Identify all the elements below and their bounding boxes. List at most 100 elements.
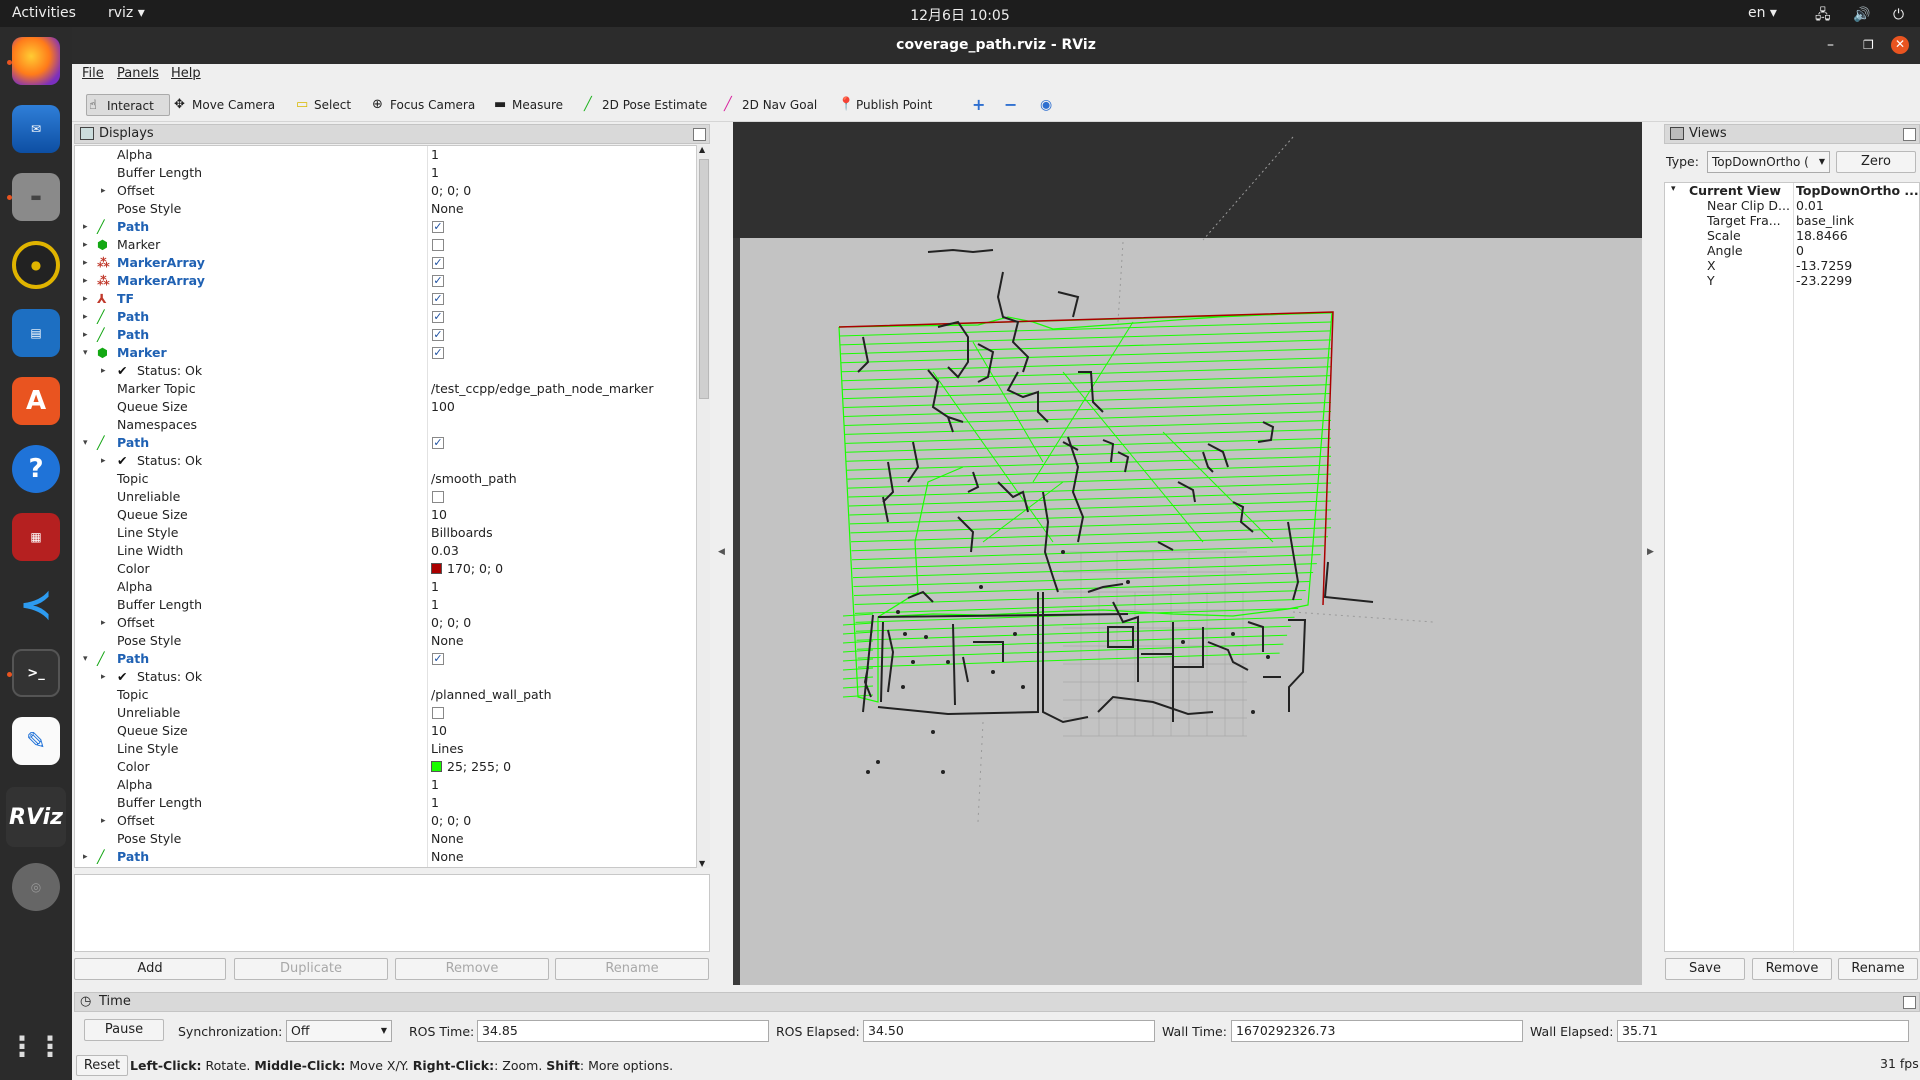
float-panel-checkbox[interactable] [693, 128, 706, 141]
property-value[interactable]: 1 [431, 794, 439, 812]
display-row[interactable]: Color 170; 0; 0 [75, 560, 695, 578]
thunderbird-icon[interactable]: ✉ [12, 105, 60, 153]
software-center-icon[interactable]: A [12, 377, 60, 425]
expand-arrow-icon[interactable]: ▸ [101, 362, 106, 380]
display-row[interactable]: Namespaces [75, 416, 695, 434]
display-row[interactable]: Alpha 1 [75, 146, 695, 164]
display-row[interactable]: ▸ ╱ Path ✓ [75, 326, 695, 344]
enable-checkbox[interactable]: ✓ [432, 329, 444, 341]
color-swatch[interactable] [431, 563, 442, 574]
property-value[interactable]: /test_ccpp/edge_path_node_marker [431, 380, 654, 398]
enable-checkbox[interactable]: ✓ [432, 275, 444, 287]
rename-display-button[interactable]: Rename [555, 958, 709, 980]
expand-arrow-icon[interactable]: ▸ [101, 614, 106, 632]
ros-elapsed-field[interactable]: 34.50 [863, 1020, 1155, 1042]
property-value[interactable]: 10 [431, 506, 447, 524]
rename-view-button[interactable]: Rename [1838, 958, 1918, 980]
menu-panels[interactable]: Panels [117, 66, 159, 81]
display-row[interactable]: Topic/planned_wall_path [75, 686, 695, 704]
display-row[interactable]: Topic/smooth_path [75, 470, 695, 488]
float-panel-checkbox[interactable] [1903, 128, 1916, 141]
display-row[interactable]: ▸ ✔ Status: Ok [75, 362, 695, 380]
collapse-right-icon[interactable]: ▶ [1647, 547, 1654, 557]
property-value[interactable]: 0; 0; 0 [431, 812, 471, 830]
scroll-down-icon[interactable]: ▼ [699, 859, 705, 868]
remove-display-button[interactable]: Remove [395, 958, 549, 980]
expand-arrow-icon[interactable]: ▸ [101, 812, 106, 830]
scroll-thumb[interactable] [699, 159, 709, 399]
display-row[interactable]: Marker Topic/test_ccpp/edge_path_node_ma… [75, 380, 695, 398]
expand-arrow-icon[interactable]: ▸ [101, 668, 106, 686]
clock[interactable]: 12月6日 10:05 [0, 5, 1920, 25]
focus-camera-tool[interactable]: ⊕ Focus Camera [370, 94, 475, 116]
rviz-icon[interactable]: RViz [6, 787, 66, 847]
view-type-select[interactable]: TopDownOrtho (▼ [1707, 151, 1830, 173]
property-value[interactable]: /smooth_path [431, 470, 517, 488]
display-row[interactable]: ▸ ⁂ MarkerArray ✓ [75, 254, 695, 272]
eye-icon[interactable]: ◉ [1028, 94, 1052, 116]
interact-tool[interactable]: ☝ Interact [86, 94, 170, 116]
property-value[interactable]: 0.03 [431, 542, 459, 560]
property-value[interactable]: /planned_wall_path [431, 686, 552, 704]
property-value[interactable]: 1 [431, 596, 439, 614]
select-tool[interactable]: ▭ Select [294, 94, 351, 116]
vscode-icon[interactable]: ≺ [12, 581, 60, 629]
display-row[interactable]: Line Width 0.03 [75, 542, 695, 560]
enable-checkbox[interactable]: ✓ [432, 221, 444, 233]
maximize-icon[interactable]: ❐ [1863, 27, 1874, 64]
display-row[interactable]: ▸ ✔ Status: Ok [75, 452, 695, 470]
display-row[interactable]: Alpha 1 [75, 578, 695, 596]
display-row[interactable]: ▸ Offset 0; 0; 0 [75, 614, 695, 632]
help-icon[interactable]: ? [12, 445, 60, 493]
current-view-value[interactable]: TopDownOrtho ... [1796, 183, 1919, 198]
publish-point-tool[interactable]: 📍 Publish Point [836, 94, 932, 116]
color-swatch[interactable] [431, 761, 442, 772]
remove-tool-icon[interactable]: − [992, 94, 1017, 116]
expand-arrow-icon[interactable]: ▸ [83, 254, 88, 272]
nav-goal-tool[interactable]: ╱ 2D Nav Goal [722, 94, 817, 116]
expand-arrow-icon[interactable]: ▸ [83, 326, 88, 344]
display-row[interactable]: ▸ ╱ Path ✓ [75, 308, 695, 326]
property-value[interactable]: None [431, 632, 464, 650]
collapse-arrow-icon[interactable]: ▾ [83, 650, 88, 668]
sync-select[interactable]: Off ▼ [286, 1020, 392, 1042]
zero-button[interactable]: Zero [1836, 151, 1916, 173]
move-camera-tool[interactable]: ✥ Move Camera [172, 94, 275, 116]
display-row[interactable]: ▾ ╱ Path ✓ [75, 434, 695, 452]
enable-checkbox[interactable]: ✓ [432, 437, 444, 449]
property-value[interactable]: None [431, 848, 464, 866]
display-row[interactable]: Pose Style None [75, 830, 695, 848]
property-value[interactable]: 10 [431, 722, 447, 740]
display-row[interactable]: ▸ Offset 0; 0; 0 [75, 812, 695, 830]
save-view-button[interactable]: Save [1665, 958, 1745, 980]
measure-tool[interactable]: ▬ Measure [492, 94, 563, 116]
display-row[interactable]: ▸ ⬢ Marker [75, 236, 695, 254]
float-panel-checkbox[interactable] [1903, 996, 1916, 1009]
expand-arrow-icon[interactable]: ▸ [83, 236, 88, 254]
add-tool-icon[interactable]: + [960, 94, 985, 116]
duplicate-button[interactable]: Duplicate [234, 958, 388, 980]
property-value[interactable]: 25; 255; 0 [431, 758, 511, 776]
show-apps-icon[interactable]: ⋮⋮ [8, 1022, 64, 1070]
collapse-arrow-icon[interactable]: ▾ [83, 434, 88, 452]
rhythmbox-icon[interactable]: ● [12, 241, 60, 289]
property-value[interactable]: 170; 0; 0 [431, 560, 503, 578]
display-row[interactable]: ▸ ╱ Path None [75, 848, 695, 866]
property-value[interactable]: 1 [431, 164, 439, 182]
property-value[interactable]: None [431, 830, 464, 848]
wall-elapsed-field[interactable]: 35.71 [1617, 1020, 1909, 1042]
wall-time-field[interactable]: 1670292326.73 [1231, 1020, 1523, 1042]
display-row[interactable]: Alpha 1 [75, 776, 695, 794]
display-row[interactable]: ▸ ╱ Path ✓ [75, 218, 695, 236]
view-property-value[interactable]: 0 [1796, 243, 1804, 258]
text-editor-icon[interactable]: ✎ [12, 717, 60, 765]
enable-checkbox[interactable]: ✓ [432, 653, 444, 665]
expand-arrow-icon[interactable]: ▸ [83, 272, 88, 290]
enable-checkbox[interactable] [432, 707, 444, 719]
enable-checkbox[interactable] [432, 491, 444, 503]
enable-checkbox[interactable]: ✓ [432, 311, 444, 323]
displays-scrollbar[interactable]: ▲ ▼ [696, 145, 710, 868]
close-icon[interactable]: ✕ [1891, 36, 1909, 54]
collapse-arrow-icon[interactable]: ▾ [83, 344, 88, 362]
app-menu[interactable]: rviz ▾ [108, 5, 145, 21]
